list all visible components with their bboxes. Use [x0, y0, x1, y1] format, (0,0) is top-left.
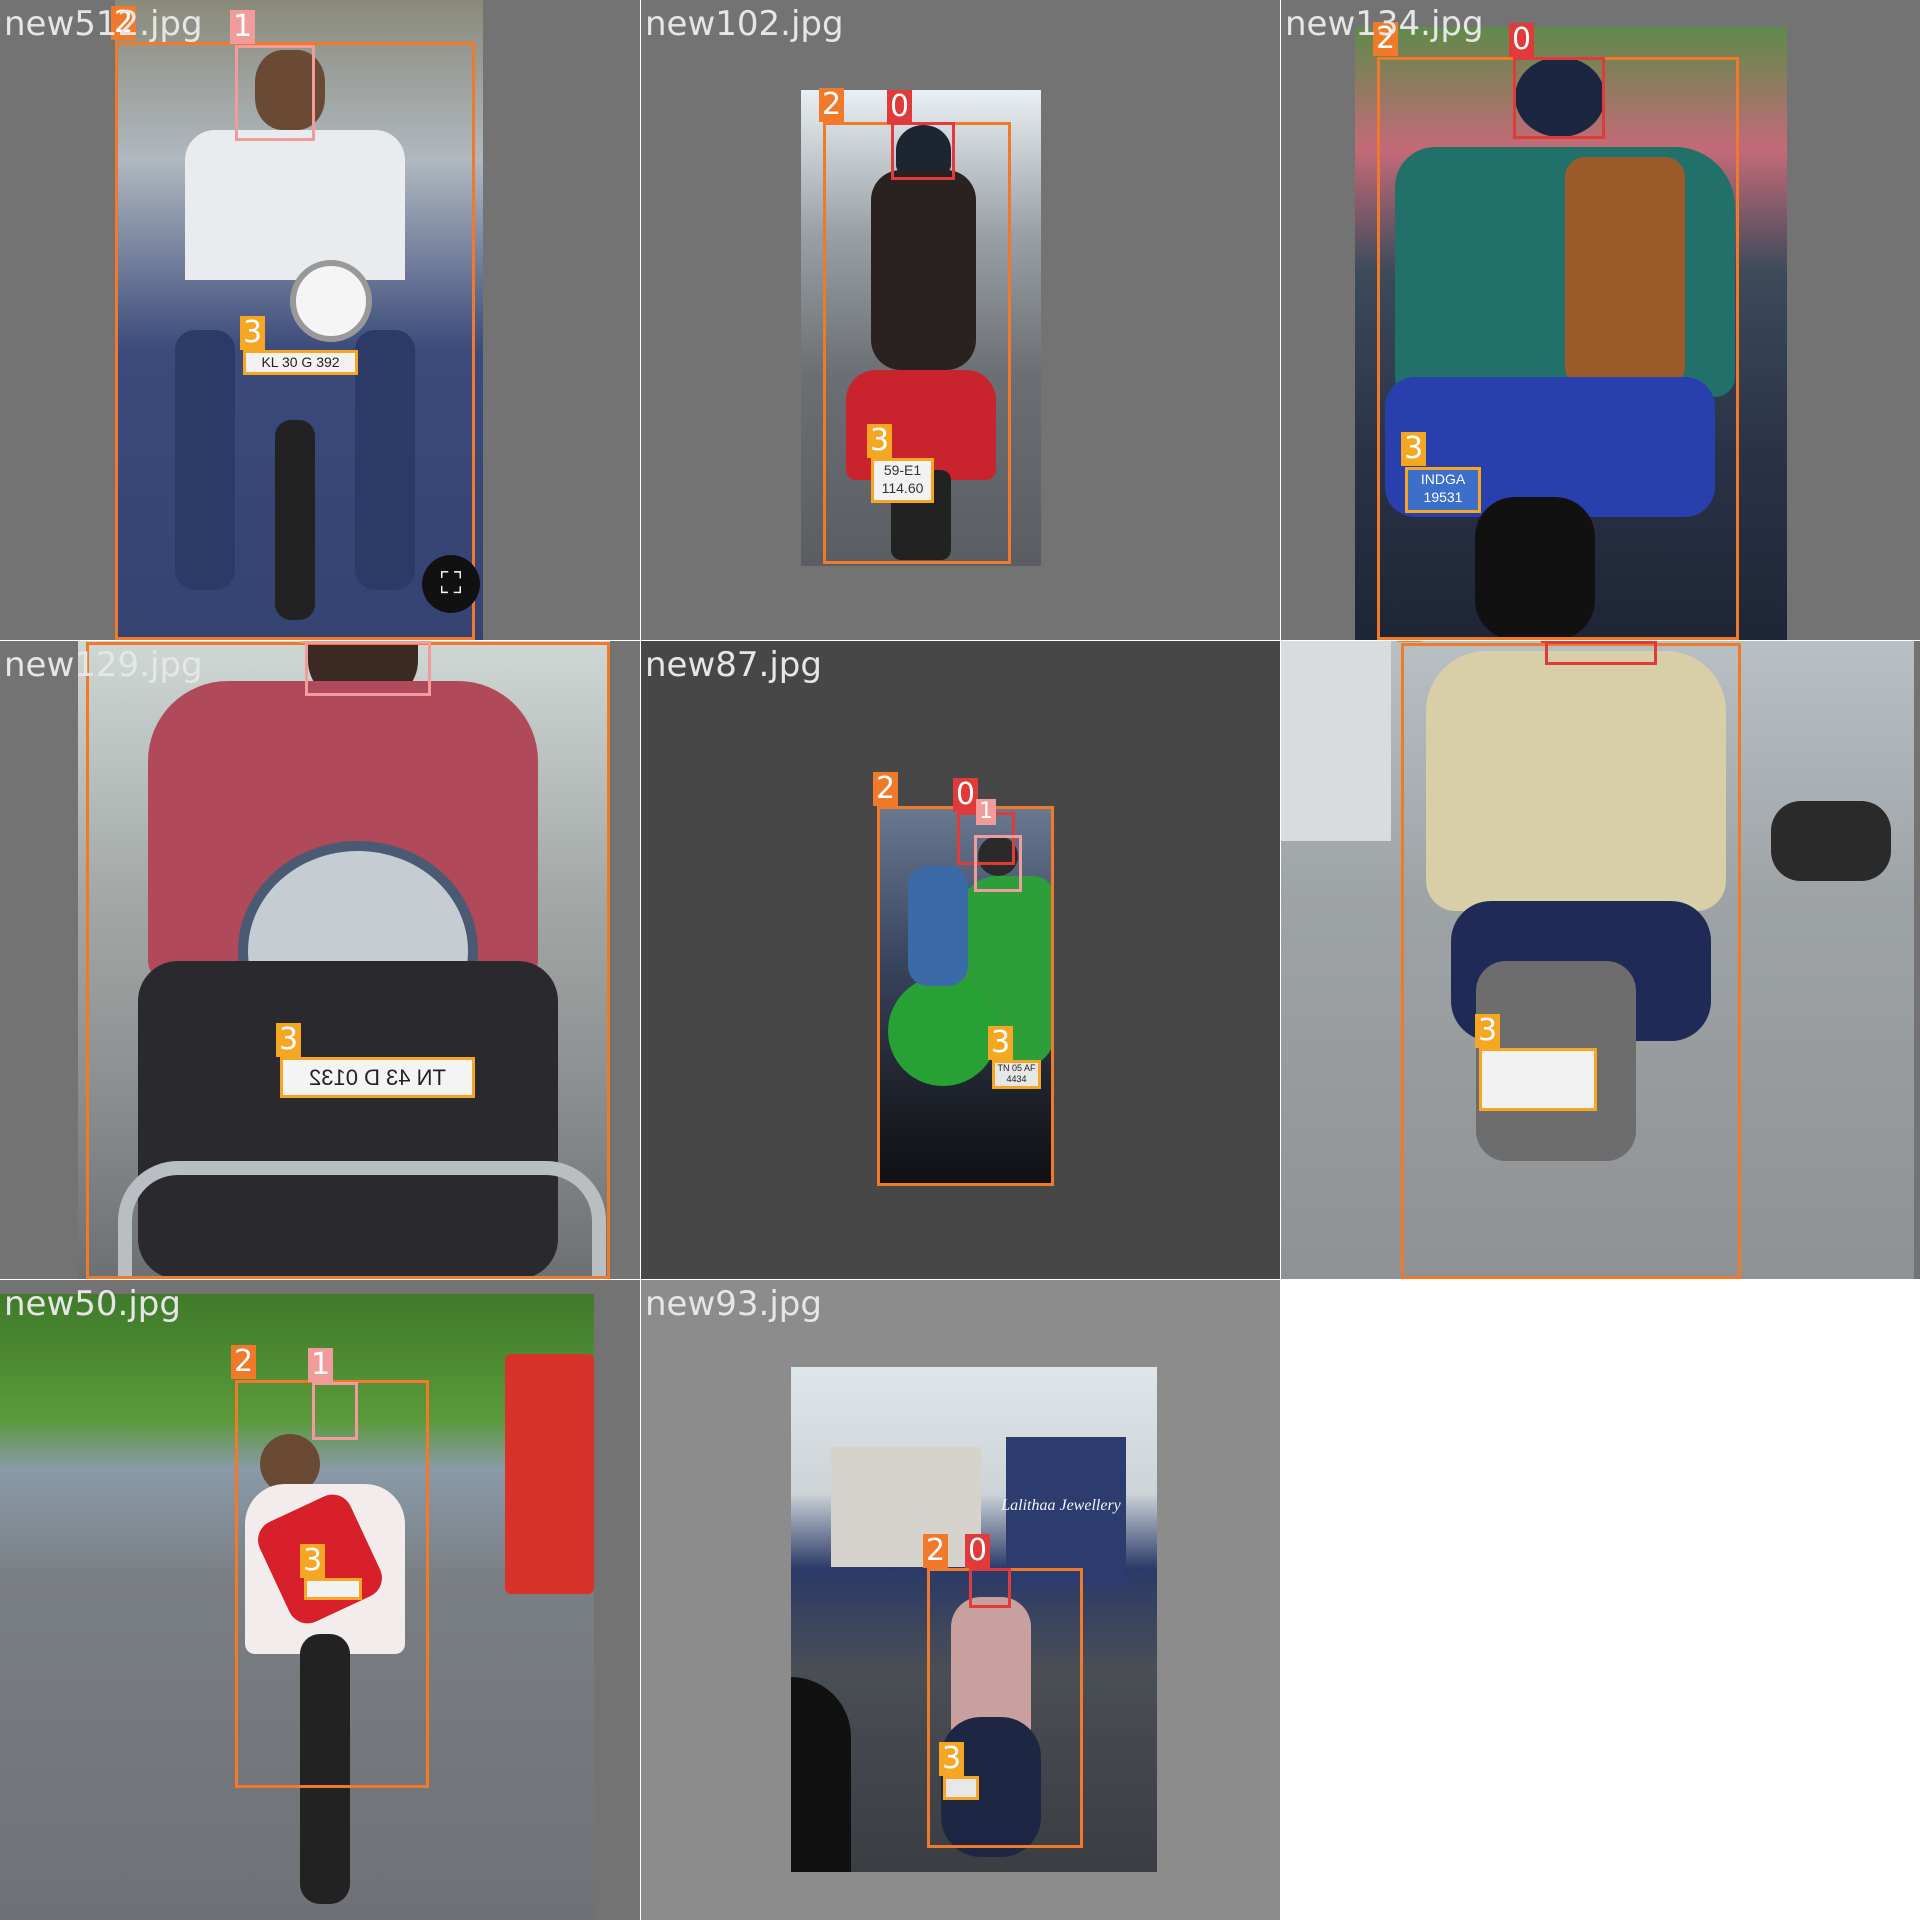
label-class-2: 2 — [923, 1534, 949, 1568]
tile-new93: Lalithaa Jewellery 2 0 3 new93.jpg — [641, 1280, 1280, 1920]
tile-new102: 2 0 59-E1 114.60 3 new102.jpg — [641, 0, 1280, 640]
filename-label: new50.jpg — [4, 1284, 181, 1324]
bbox-plate: TN 43 D 0132 — [280, 1057, 475, 1098]
bbox-motorcycle — [927, 1568, 1083, 1848]
bbox-plate — [304, 1578, 362, 1600]
bbox-helmet — [969, 1568, 1011, 1608]
plate-text: 59-E1 114.60 — [881, 462, 924, 496]
label-class-3: 3 — [988, 1026, 1014, 1060]
tile-new134: 2 0 INDGA 19531 3 new134.jpg — [1281, 0, 1920, 640]
tile-new87: 2 0 1 TN 05 AF 4434 3 new87.jpg — [641, 641, 1280, 1279]
filename-label: new87.jpg — [645, 645, 822, 685]
label-class-0: 0 — [1509, 23, 1535, 57]
label-class-3: 3 — [240, 316, 266, 350]
label-class-1: 1 — [230, 10, 256, 44]
label-class-0: 0 — [965, 1534, 991, 1568]
filename-label: new134.jpg — [1285, 4, 1484, 44]
bbox-helmet — [1545, 641, 1657, 665]
bbox-face — [974, 835, 1022, 892]
bbox-motorcycle — [86, 642, 610, 1279]
tile-new512: 2 1 KL 30 G 392 3 ⛶ new512.jpg — [0, 0, 640, 640]
label-class-3: 3 — [300, 1544, 326, 1578]
label-class-1: 1 — [308, 1348, 334, 1382]
label-class-3: 3 — [1401, 432, 1427, 466]
bbox-plate: 59-E1 114.60 — [871, 458, 934, 503]
label-class-3: 3 — [1475, 1014, 1501, 1048]
label-class-2: 2 — [873, 772, 899, 806]
label-class-2: 2 — [231, 1345, 257, 1379]
bbox-plate: INDGA 19531 — [1405, 467, 1481, 513]
plate-text: TN 05 AF 4434 — [997, 1063, 1036, 1084]
filename-label: new129.jpg — [4, 645, 203, 685]
label-class-0: 0 — [953, 778, 979, 812]
plate-text: KL 30 G 392 — [261, 354, 340, 370]
plate-text: INDGA 19531 — [1420, 471, 1466, 505]
bbox-plate — [943, 1776, 979, 1800]
filename-label: new93.jpg — [645, 1284, 822, 1324]
label-class-0: 0 — [1541, 641, 1567, 643]
label-class-0: 0 — [887, 90, 913, 124]
label-class-3: 3 — [939, 1742, 965, 1776]
bbox-face — [235, 45, 315, 141]
label-class-1: 1 — [301, 641, 327, 643]
label-class-3: 3 — [867, 424, 893, 458]
bbox-plate: TN 05 AF 4434 — [992, 1060, 1041, 1089]
store-sign: Lalithaa Jewellery — [1001, 1497, 1121, 1514]
tile-new50: 2 1 3 new50.jpg — [0, 1280, 640, 1920]
label-class-3: 3 — [276, 1023, 302, 1057]
label-class-1: 1 — [976, 799, 996, 825]
bbox-motorcycle — [1377, 57, 1739, 640]
bbox-helmet — [1513, 57, 1605, 139]
label-class-2: 2 — [819, 88, 845, 122]
bbox-plate: KL 30 G 392 — [243, 350, 358, 375]
bbox-helmet — [891, 122, 955, 180]
tile-unlabeled: 2 0 3 — [1281, 641, 1920, 1279]
expand-icon[interactable]: ⛶ — [422, 555, 480, 613]
bbox-face — [312, 1382, 358, 1440]
filename-label: new512.jpg — [4, 4, 203, 44]
label-class-2: 2 — [1397, 641, 1423, 642]
empty-cell — [1281, 1280, 1920, 1920]
bbox-plate — [1479, 1048, 1597, 1111]
tile-new129: 2 1 TN 43 D 0132 3 new129.jpg — [0, 641, 640, 1279]
filename-label: new102.jpg — [645, 4, 844, 44]
bbox-face — [305, 641, 431, 696]
bbox-motorcycle — [1401, 643, 1741, 1279]
plate-text: TN 43 D 0132 — [309, 1065, 446, 1090]
